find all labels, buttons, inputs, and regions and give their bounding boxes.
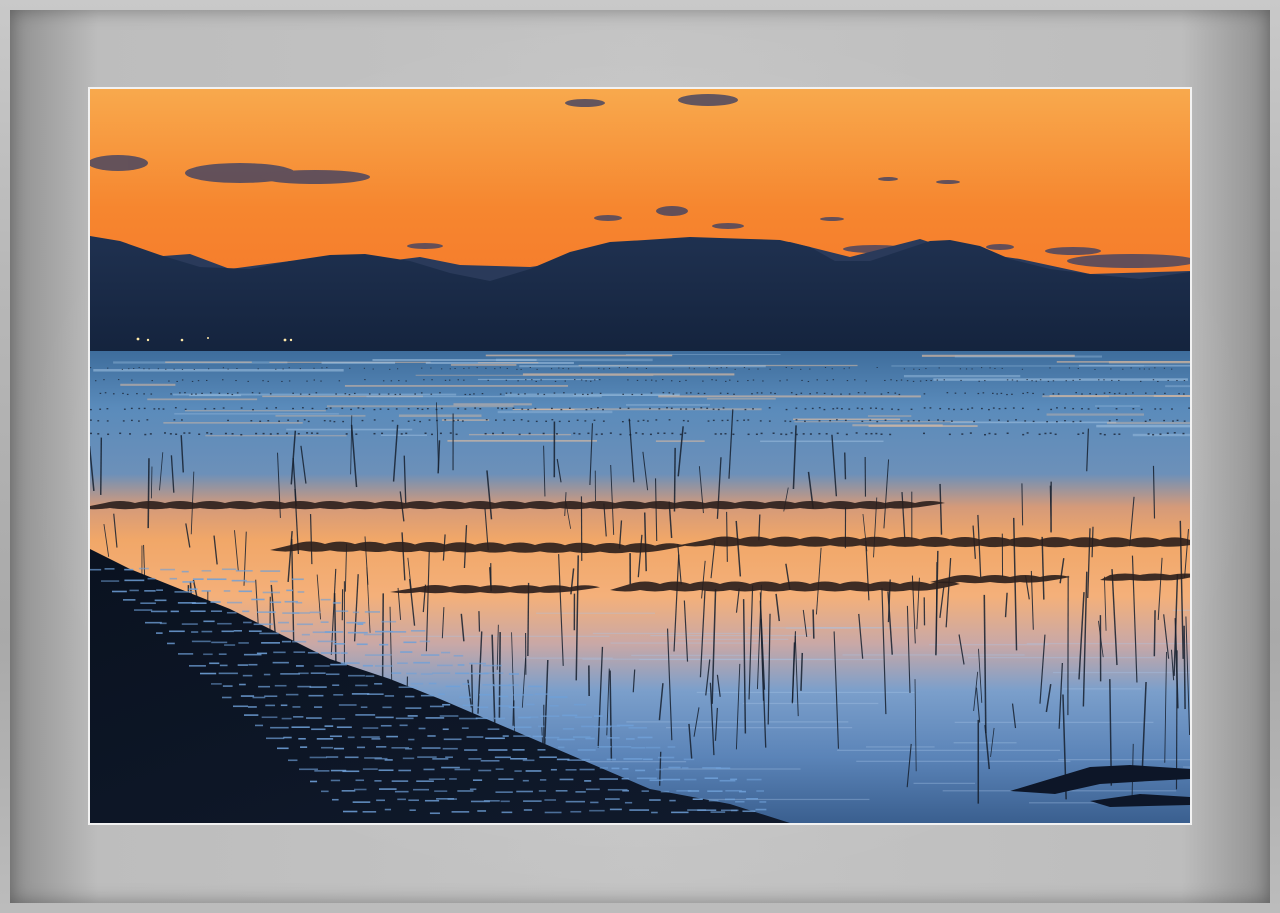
landscape-photo xyxy=(90,89,1190,823)
photo-canvas xyxy=(90,89,1190,823)
